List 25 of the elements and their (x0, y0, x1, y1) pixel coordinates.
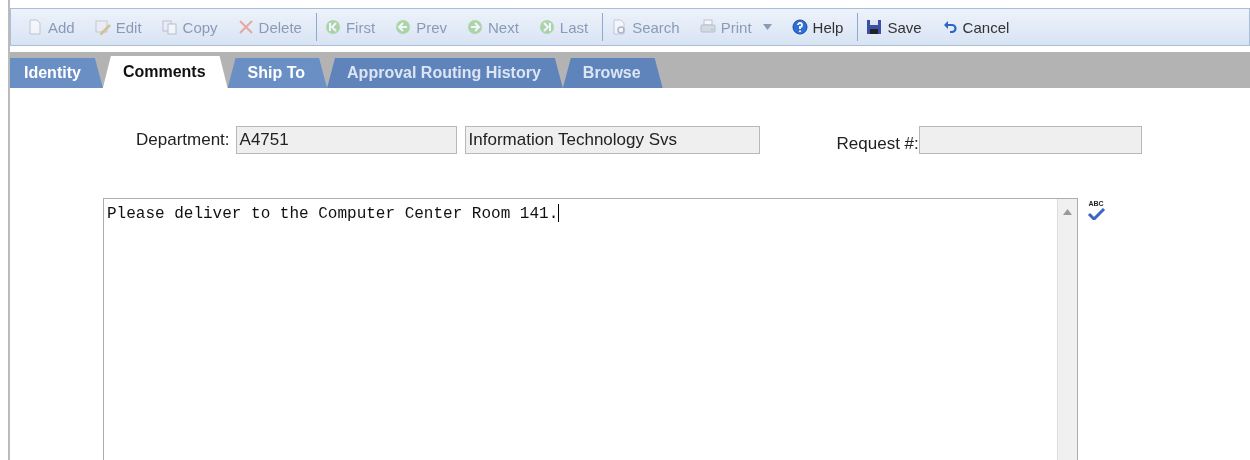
department-name-field[interactable]: Information Technology Svs (464, 126, 760, 154)
save-icon (866, 19, 883, 35)
printer-icon (699, 19, 716, 35)
cancel-button[interactable]: Cancel (933, 15, 1018, 39)
department-label: Department: (136, 130, 230, 150)
tab[interactable]: Comments (102, 56, 228, 88)
save-button[interactable]: Save (858, 15, 930, 39)
document-icon (27, 19, 43, 35)
department-code-field[interactable]: A4751 (235, 126, 457, 154)
comment-area[interactable]: Please deliver to the Computer Center Room 141. (103, 198, 1078, 460)
scroll-up-icon[interactable] (1063, 209, 1072, 215)
request-number-field[interactable] (918, 126, 1142, 154)
help-button[interactable]: Help (783, 15, 852, 39)
back-arrow-icon (395, 19, 412, 35)
pencil-grid-icon (94, 19, 111, 35)
first-icon (324, 19, 341, 35)
tab[interactable]: Ship To (227, 58, 328, 88)
request-number-label: Request #: (836, 134, 919, 154)
copy-icon (161, 19, 178, 35)
help-icon (791, 19, 808, 35)
last-icon (538, 19, 555, 35)
tab[interactable]: Identity (10, 58, 103, 88)
forward-arrow-icon (466, 19, 483, 35)
delete-icon (237, 19, 254, 35)
search-icon (611, 19, 628, 35)
